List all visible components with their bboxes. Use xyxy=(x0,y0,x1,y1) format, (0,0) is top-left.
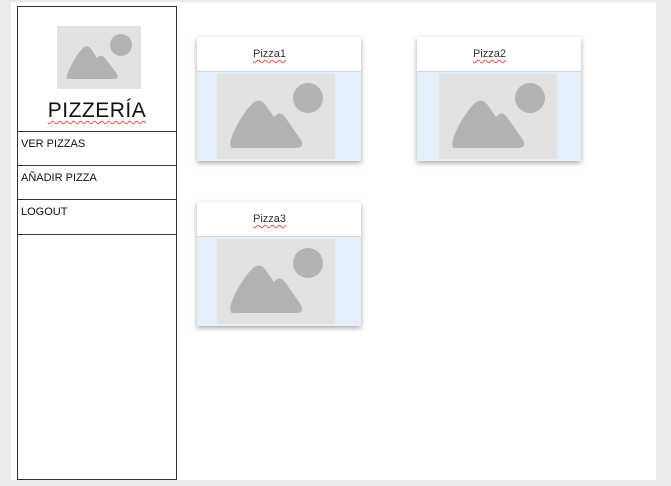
image-placeholder-icon xyxy=(217,74,335,159)
card-title: Pizza2 xyxy=(473,48,507,60)
image-placeholder-icon xyxy=(217,239,335,324)
card-image-area xyxy=(417,72,581,161)
sidebar-item-logout[interactable]: LOGOUT xyxy=(18,199,176,235)
card-title: Pizza1 xyxy=(253,48,287,60)
brand-title: PIZZERÍA xyxy=(47,99,147,122)
sidebar-item-ver-pizzas[interactable]: VER PIZZAS xyxy=(18,131,176,165)
pizza-card[interactable]: Pizza2 xyxy=(417,37,581,161)
sidebar-menu: VER PIZZAS AÑADIR PIZZA LOGOUT xyxy=(18,131,176,235)
card-image-area xyxy=(197,237,361,326)
card-header: Pizza3 xyxy=(197,202,361,237)
pizza-card[interactable]: Pizza3 xyxy=(197,202,361,326)
card-header: Pizza2 xyxy=(417,37,581,72)
image-placeholder-icon xyxy=(57,26,141,89)
card-header: Pizza1 xyxy=(197,37,361,72)
image-placeholder-icon xyxy=(439,74,557,159)
pizza-card[interactable]: Pizza1 xyxy=(197,37,361,161)
sidebar-item-anadir-pizza[interactable]: AÑADIR PIZZA xyxy=(18,165,176,199)
card-image-area xyxy=(197,72,361,161)
card-title: Pizza3 xyxy=(253,213,287,225)
sidebar: PIZZERÍA VER PIZZAS AÑADIR PIZZA LOGOUT xyxy=(17,6,177,480)
